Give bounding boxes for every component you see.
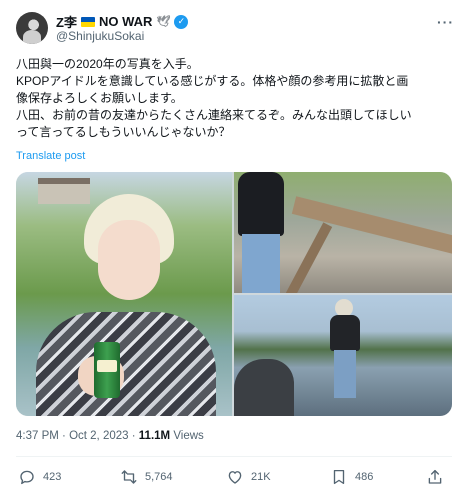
tweet-line: 像保存よろしくお願いします。 <box>16 91 183 105</box>
media-grid <box>16 172 452 416</box>
repost-count: 5,764 <box>145 471 173 483</box>
tweet-date[interactable]: Oct 2, 2023 <box>69 430 128 442</box>
bookmark-icon <box>333 469 345 485</box>
tweet-time[interactable]: 4:37 PM <box>16 430 59 442</box>
photo-legs <box>334 350 356 398</box>
photo-river[interactable] <box>234 295 452 416</box>
verified-icon[interactable]: ✓ <box>174 14 189 29</box>
photo-portrait[interactable] <box>16 172 232 416</box>
share-button[interactable] <box>426 466 444 488</box>
photo-legs <box>242 234 280 293</box>
photo-house <box>38 178 90 204</box>
translate-post-link[interactable]: Translate post <box>16 150 85 162</box>
tweet-text: 八田與一の2020年の写真を入手。 KPOPアイドルを意識している感じがする。体… <box>16 56 456 141</box>
ukraine-flag-icon <box>80 16 95 27</box>
photo-rock <box>234 359 294 416</box>
tweet-line: 八田、お前の昔の友達からたくさん連絡来てるぞ。みんな出頭してほしい <box>16 108 412 122</box>
photo-can <box>94 342 120 398</box>
tweet-header: Z李 NO WAR 🕊 ✓ @ShinjukuSokai ··· <box>16 10 456 50</box>
meta-separator: · <box>62 430 66 442</box>
action-bar: 423 5,764 21K 486 <box>16 466 452 488</box>
more-icon[interactable]: ··· <box>437 14 454 30</box>
reply-button[interactable]: 423 <box>18 466 61 488</box>
photo-person <box>238 172 284 236</box>
heart-icon <box>228 471 242 484</box>
views-label: Views <box>173 430 204 442</box>
tweet-line: KPOPアイドルを意識している感じがする。体格や顔の参考用に拡散と画 <box>16 74 409 88</box>
tweet-line: 八田與一の2020年の写真を入手。 <box>16 57 199 71</box>
like-count: 21K <box>251 471 271 483</box>
repost-icon <box>121 470 137 484</box>
views-count: 11.1M <box>138 430 171 442</box>
avatar[interactable] <box>16 12 48 44</box>
repost-button[interactable]: 5,764 <box>120 466 173 488</box>
share-icon <box>428 469 442 484</box>
author-handle[interactable]: @ShinjukuSokai <box>56 29 144 43</box>
reply-icon <box>20 470 34 485</box>
meta-separator: · <box>131 430 136 442</box>
author-badge-text: NO WAR <box>98 14 153 29</box>
bookmark-button[interactable]: 486 <box>330 466 373 488</box>
photo-bridge[interactable] <box>234 172 452 293</box>
photo-face <box>98 220 160 300</box>
tweet-line: って言ってるしもういいんじゃないか？ <box>16 125 231 139</box>
like-button[interactable]: 21K <box>226 466 271 488</box>
reply-count: 423 <box>43 471 62 483</box>
bookmark-count: 486 <box>355 471 374 483</box>
photo-shirt <box>36 312 216 416</box>
dove-icon: 🕊 <box>156 16 171 28</box>
photo-beam <box>285 222 333 293</box>
photo-person <box>330 315 360 351</box>
divider <box>16 456 452 457</box>
tweet-meta: 4:37 PM · Oct 2, 2023 · 11.1M Views <box>16 430 204 442</box>
